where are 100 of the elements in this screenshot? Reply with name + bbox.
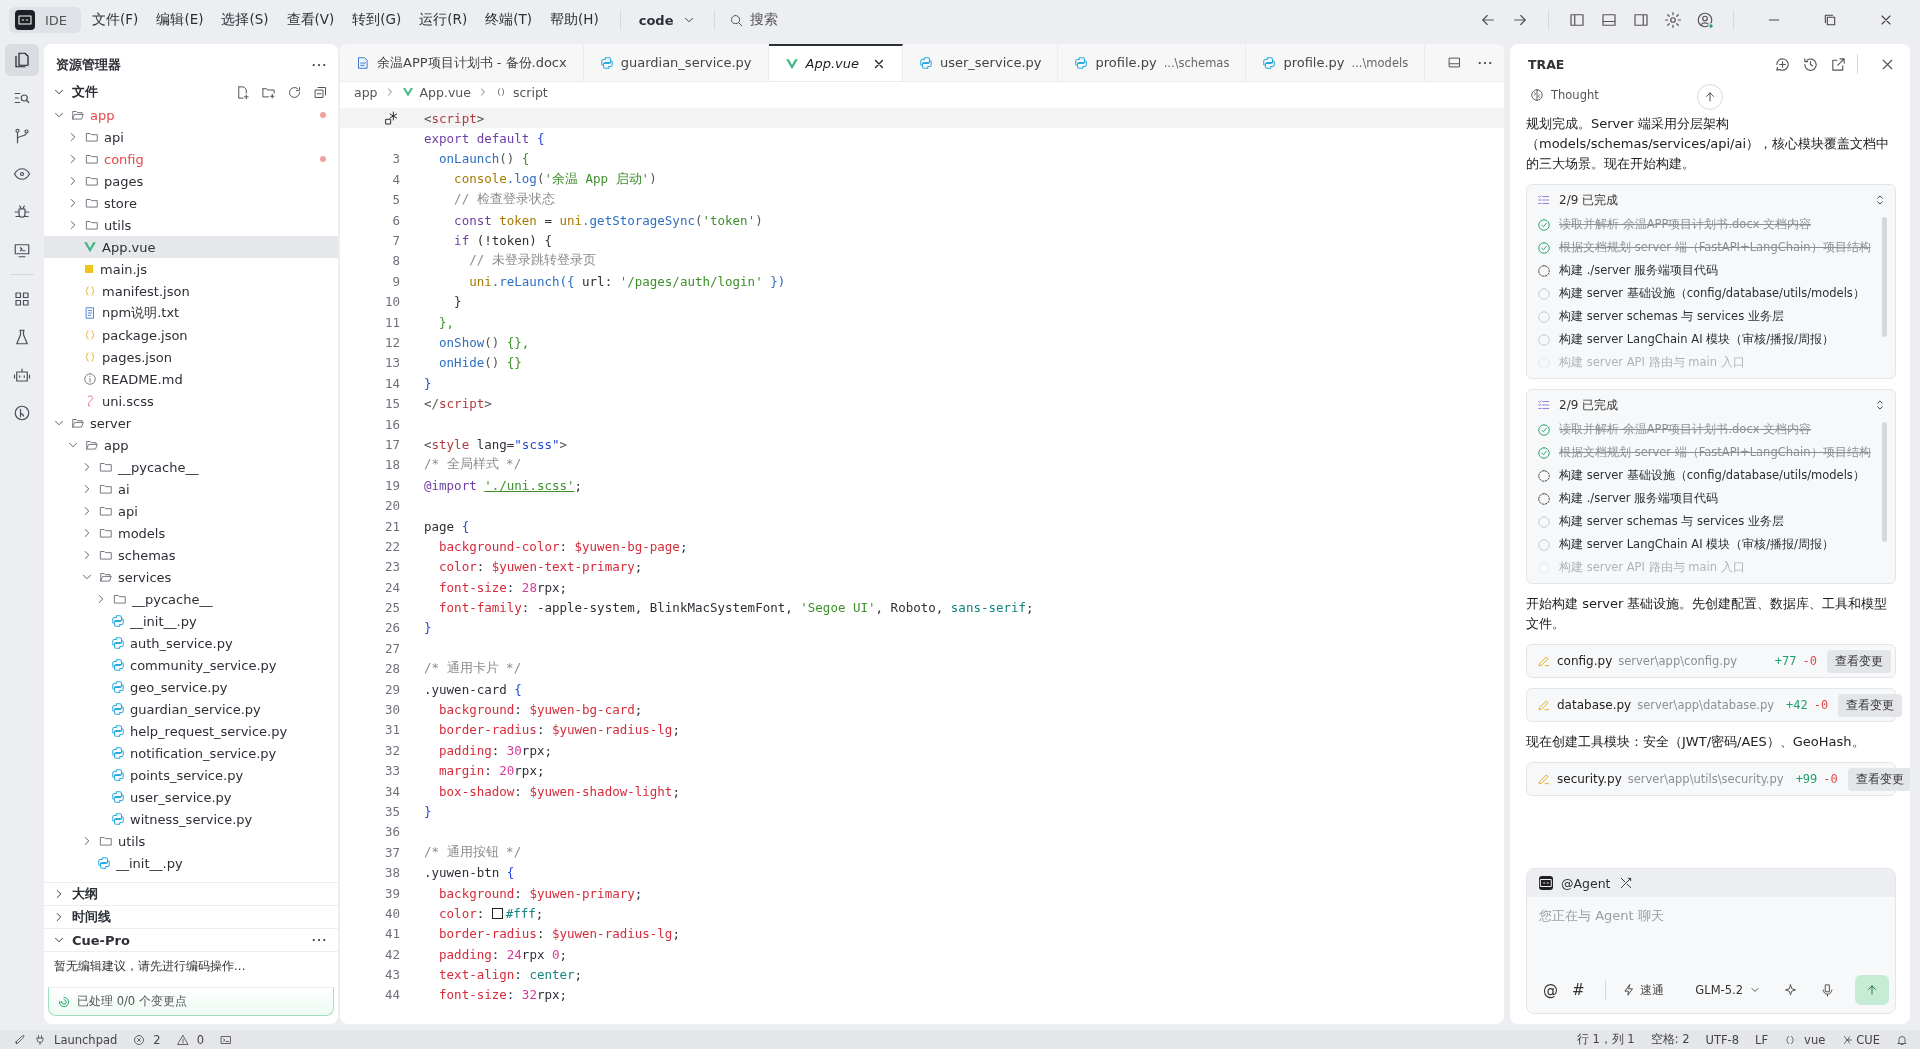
- tree-item[interactable]: notification_service.py: [44, 742, 338, 764]
- microphone-icon[interactable]: [1820, 982, 1835, 998]
- history-icon[interactable]: [1802, 55, 1819, 73]
- files-activity-button[interactable]: [5, 44, 39, 76]
- view-changes-button[interactable]: 查看变更: [1847, 767, 1910, 791]
- agent-label[interactable]: @Agent: [1561, 875, 1611, 891]
- menu-item[interactable]: 转到(G): [345, 7, 409, 33]
- sparkle-icon[interactable]: [1783, 982, 1798, 998]
- breadcrumb-item[interactable]: app: [354, 84, 378, 100]
- menu-item[interactable]: 文件(F): [85, 7, 146, 33]
- view-changes-button[interactable]: 查看变更: [1827, 649, 1891, 673]
- tree-item[interactable]: config: [44, 148, 338, 170]
- warning-icon[interactable]: [176, 1033, 189, 1046]
- refresh-icon[interactable]: [287, 84, 302, 100]
- thought-label[interactable]: Thought: [1551, 88, 1599, 102]
- cursor-position[interactable]: 行 1，列 1: [1576, 1032, 1635, 1047]
- breadcrumb-item[interactable]: script: [512, 84, 548, 100]
- tree-item[interactable]: store: [44, 192, 338, 214]
- tree-item[interactable]: points_service.py: [44, 764, 338, 786]
- panel-header[interactable]: 大纲: [44, 883, 338, 906]
- encoding[interactable]: UTF-8: [1705, 1032, 1740, 1047]
- tree-item[interactable]: __pycache__: [44, 588, 338, 610]
- tree-item[interactable]: help_request_service.py: [44, 720, 338, 742]
- indentation[interactable]: 空格: 2: [1650, 1032, 1690, 1047]
- tree-item[interactable]: App.vue: [44, 236, 338, 258]
- tree-item[interactable]: user_service.py: [44, 786, 338, 808]
- tree-item[interactable]: api: [44, 126, 338, 148]
- tree-item[interactable]: app: [44, 434, 338, 456]
- insert-button[interactable]: @: [1539, 981, 1562, 999]
- tree-item[interactable]: __init__.py: [44, 852, 338, 874]
- panel-header[interactable]: 时间线: [44, 906, 338, 929]
- new-file-icon[interactable]: [235, 84, 250, 100]
- tree-item[interactable]: npm说明.txt: [44, 302, 338, 324]
- bottom-panel-icon[interactable]: [1600, 11, 1618, 29]
- menu-item[interactable]: 终端(T): [478, 7, 540, 33]
- tree-item[interactable]: auth_service.py: [44, 632, 338, 654]
- tree-item[interactable]: services: [44, 566, 338, 588]
- editor-tab[interactable]: App.vue: [768, 44, 903, 81]
- tree-item[interactable]: api: [44, 500, 338, 522]
- menu-item[interactable]: 编辑(E): [149, 7, 211, 33]
- language-mode[interactable]: vue: [1804, 1032, 1826, 1047]
- scrollbar[interactable]: [1882, 422, 1887, 542]
- tree-item[interactable]: pages: [44, 170, 338, 192]
- breadcrumb-item[interactable]: App.vue: [419, 84, 471, 100]
- line-ending[interactable]: LF: [1755, 1032, 1769, 1047]
- error-count[interactable]: 2: [153, 1032, 161, 1047]
- file-name[interactable]: config.py: [1557, 654, 1613, 668]
- right-panel-icon[interactable]: [1632, 11, 1650, 29]
- tree-item[interactable]: witness_service.py: [44, 808, 338, 830]
- split-panel-icon[interactable]: [1447, 55, 1462, 70]
- pop-out-icon[interactable]: [1830, 55, 1847, 73]
- tree-item[interactable]: package.json: [44, 324, 338, 346]
- tree-item[interactable]: pages.json: [44, 346, 338, 368]
- editor-tab[interactable]: profile.py ...\schemas: [1058, 44, 1247, 81]
- file-name[interactable]: security.py: [1557, 772, 1622, 786]
- error-icon[interactable]: [133, 1033, 146, 1046]
- tree-item[interactable]: schemas: [44, 544, 338, 566]
- app-switcher[interactable]: IDE: [9, 7, 82, 33]
- left-panel-icon[interactable]: [1568, 11, 1586, 29]
- model-dropdown[interactable]: GLM-5.2: [1695, 983, 1761, 997]
- project-dropdown[interactable]: code: [634, 8, 700, 32]
- tree-item[interactable]: __pycache__: [44, 456, 338, 478]
- tree-item[interactable]: ai: [44, 478, 338, 500]
- file-name[interactable]: database.py: [1557, 698, 1632, 712]
- tree-item[interactable]: manifest.json: [44, 280, 338, 302]
- editor-tab[interactable]: profile.py ...\models: [1246, 44, 1426, 81]
- tree-item[interactable]: app: [44, 104, 338, 126]
- chat-input[interactable]: @Agent 您正在与 Agent 聊天 @ # 速通 GLM-5.2: [1526, 868, 1896, 1014]
- search-button[interactable]: 搜索: [728, 11, 778, 29]
- restore-icon[interactable]: [1822, 12, 1838, 28]
- tree-item[interactable]: geo_service.py: [44, 676, 338, 698]
- panel-header[interactable]: Cue-Pro: [44, 929, 338, 952]
- tree-item[interactable]: README.md: [44, 368, 338, 390]
- tools-icon[interactable]: [1618, 876, 1633, 890]
- tree-item[interactable]: main.js: [44, 258, 338, 280]
- view-changes-button[interactable]: 查看变更: [1838, 693, 1903, 717]
- menu-item[interactable]: 运行(R): [412, 7, 475, 33]
- insert-button[interactable]: #: [1568, 981, 1589, 999]
- plug-icon[interactable]: [34, 1033, 46, 1046]
- braces-icon[interactable]: [1784, 1033, 1797, 1046]
- tree-item[interactable]: __init__.py: [44, 610, 338, 632]
- warning-count[interactable]: 0: [196, 1032, 204, 1047]
- tree-item[interactable]: models: [44, 522, 338, 544]
- tree-item[interactable]: server: [44, 412, 338, 434]
- terminal-icon[interactable]: [219, 1033, 232, 1046]
- tree-item[interactable]: uni.scss: [44, 390, 338, 412]
- menu-item[interactable]: 帮助(H): [543, 7, 606, 33]
- editor-tab[interactable]: guardian_service.py: [583, 44, 769, 81]
- collapse-all-icon[interactable]: [313, 84, 328, 100]
- editor-tab[interactable]: 余温APP项目计划书 - 备份.docx: [340, 44, 584, 81]
- tree-item[interactable]: utils: [44, 830, 338, 852]
- menu-item[interactable]: 查看(V): [279, 7, 342, 33]
- bell-icon[interactable]: [1896, 1033, 1908, 1046]
- scrollbar[interactable]: [1882, 217, 1887, 337]
- tree-item[interactable]: guardian_service.py: [44, 698, 338, 720]
- launchpad-label[interactable]: Launchpad: [54, 1032, 118, 1047]
- new-chat-icon[interactable]: [1774, 55, 1791, 73]
- menu-item[interactable]: 选择(S): [214, 7, 276, 33]
- account-icon[interactable]: [1696, 11, 1714, 29]
- tree-item[interactable]: community_service.py: [44, 654, 338, 676]
